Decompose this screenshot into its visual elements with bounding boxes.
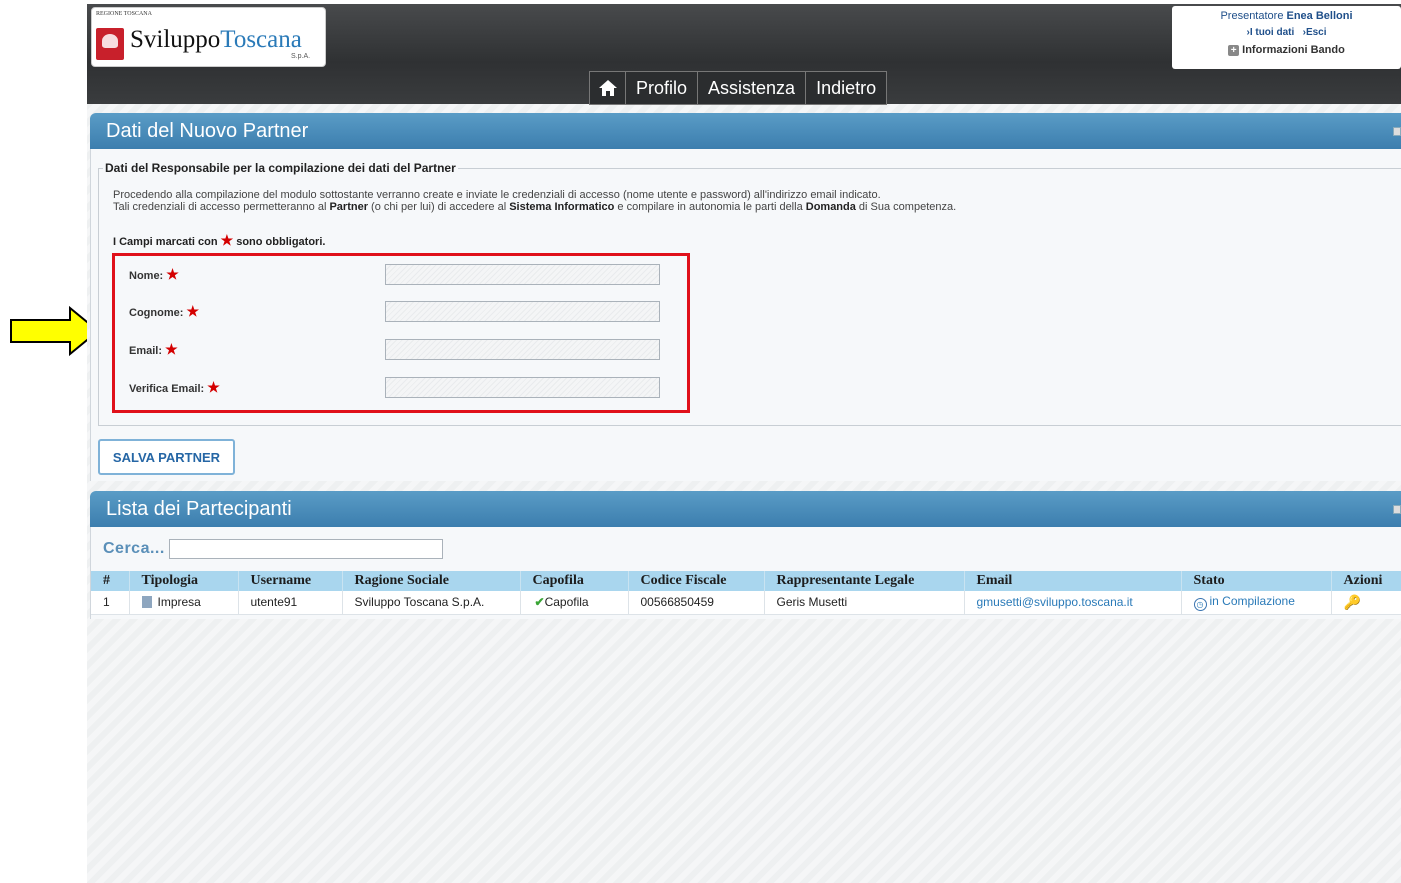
col-stato[interactable]: Stato <box>1181 571 1332 591</box>
panel-title: Dati del Nuovo Partner <box>106 120 309 142</box>
form-row-nome: Nome: ★ <box>129 264 669 286</box>
required-star-icon: ★ <box>207 379 220 395</box>
label-email: Email: ★ <box>129 341 178 357</box>
col-num[interactable]: # <box>91 571 130 591</box>
col-rappresentante[interactable]: Rappresentante Legale <box>764 571 965 591</box>
cell-capofila: ✔Capofila <box>520 591 629 615</box>
home-button[interactable] <box>590 72 626 104</box>
participants-table: # Tipologia Username Ragione Sociale Cap… <box>91 571 1401 615</box>
presenter-line: Presentatore Enea Belloni <box>1220 10 1353 22</box>
plus-icon: + <box>1228 44 1240 56</box>
form-row-email: Email: ★ <box>129 339 669 361</box>
panel-new-partner-body: Dati del Responsabile per la compilazion… <box>90 149 1401 481</box>
intro-text: Procedendo alla compilazione del modulo … <box>113 189 957 213</box>
form-row-cognome: Cognome: ★ <box>129 301 669 323</box>
required-fields-note: I Campi marcati con ★ sono obbligatori. <box>113 232 326 248</box>
cognome-input[interactable] <box>385 301 660 322</box>
nav-indietro[interactable]: Indietro <box>806 72 886 104</box>
nome-input[interactable] <box>385 264 660 285</box>
cell-username: utente91 <box>238 591 343 615</box>
panel-participants-header: Lista dei Partecipanti <box>90 491 1401 527</box>
sviluppo-toscana-logo[interactable]: REGIONE TOSCANA SviluppoToscana S.p.A. <box>91 7 326 67</box>
key-icon[interactable]: 🔑 <box>1344 594 1361 610</box>
col-email[interactable]: Email <box>964 571 1182 591</box>
table-header-row: # Tipologia Username Ragione Sociale Cap… <box>91 571 1401 591</box>
nav-assistenza[interactable]: Assistenza <box>698 72 807 104</box>
nav-profilo[interactable]: Profilo <box>626 72 699 104</box>
user-box: Presentatore Enea Belloni ›I tuoi dati ›… <box>1172 6 1401 69</box>
fieldset-legend: Dati del Responsabile per la compilazion… <box>105 161 456 175</box>
home-icon <box>598 80 617 96</box>
pegasus-emblem-icon <box>96 28 124 60</box>
regione-toscana-label: REGIONE TOSCANA <box>96 11 152 17</box>
my-data-link[interactable]: ›I tuoi dati <box>1246 27 1294 38</box>
verifica-email-input[interactable] <box>385 377 660 398</box>
highlighted-form-box: Nome: ★ Cognome: ★ Email: ★ Verifica Ema… <box>112 253 690 413</box>
presenter-name: Enea Belloni <box>1286 10 1353 22</box>
panel-participants-body: Cerca... # Tipologia Username Ragione So… <box>90 527 1401 619</box>
collapse-icon[interactable] <box>1393 505 1401 514</box>
panel-title: Lista dei Partecipanti <box>106 498 292 520</box>
email-input[interactable] <box>385 339 660 360</box>
logo-name: SviluppoToscana <box>130 26 302 53</box>
clock-icon: ◷ <box>1193 597 1207 611</box>
required-star-icon: ★ <box>165 341 178 357</box>
cell-tipologia: Impresa <box>129 591 239 615</box>
checkmark-icon: ✔ <box>534 595 545 610</box>
cell-azioni: 🔑 <box>1331 591 1401 615</box>
logout-link[interactable]: ›Esci <box>1303 27 1327 38</box>
search-row: Cerca... <box>103 539 443 559</box>
application-window: REGIONE TOSCANA SviluppoToscana S.p.A. P… <box>87 0 1401 883</box>
main-nav: Profilo Assistenza Indietro <box>589 71 888 105</box>
cell-stato[interactable]: ◷ in Compilazione <box>1181 591 1332 615</box>
header-bar: REGIONE TOSCANA SviluppoToscana S.p.A. P… <box>87 0 1401 105</box>
search-label: Cerca... <box>103 540 165 557</box>
col-tipologia[interactable]: Tipologia <box>129 571 239 591</box>
form-row-verifica-email: Verifica Email: ★ <box>129 377 669 399</box>
cell-rappresentante: Geris Musetti <box>764 591 965 615</box>
cell-codice-fiscale: 00566850459 <box>628 591 765 615</box>
panel-new-partner-header: Dati del Nuovo Partner <box>90 113 1401 149</box>
logo-spa: S.p.A. <box>291 53 311 60</box>
required-star-icon: ★ <box>166 266 179 282</box>
cell-num: 1 <box>91 591 130 615</box>
save-partner-button[interactable]: SALVA PARTNER <box>98 439 235 475</box>
col-capofila[interactable]: Capofila <box>520 571 629 591</box>
required-star-icon: ★ <box>220 232 234 248</box>
label-cognome: Cognome: ★ <box>129 303 200 319</box>
building-icon <box>141 596 152 609</box>
col-ragione-sociale[interactable]: Ragione Sociale <box>342 571 521 591</box>
table-row[interactable]: 1 Impresa utente91 Sviluppo Toscana S.p.… <box>91 591 1401 615</box>
label-nome: Nome: ★ <box>129 266 179 282</box>
required-star-icon: ★ <box>186 303 200 319</box>
search-input[interactable] <box>168 539 443 559</box>
col-codice-fiscale[interactable]: Codice Fiscale <box>628 571 765 591</box>
collapse-icon[interactable] <box>1393 127 1401 136</box>
col-azioni: Azioni <box>1331 571 1401 591</box>
info-bando-link[interactable]: + Informazioni Bando <box>1172 44 1401 56</box>
label-verifica-email: Verifica Email: ★ <box>129 379 220 395</box>
cell-ragione-sociale: Sviluppo Toscana S.p.A. <box>342 591 521 615</box>
cell-email-link[interactable]: gmusetti@sviluppo.toscana.it <box>964 591 1182 615</box>
col-username[interactable]: Username <box>238 571 343 591</box>
